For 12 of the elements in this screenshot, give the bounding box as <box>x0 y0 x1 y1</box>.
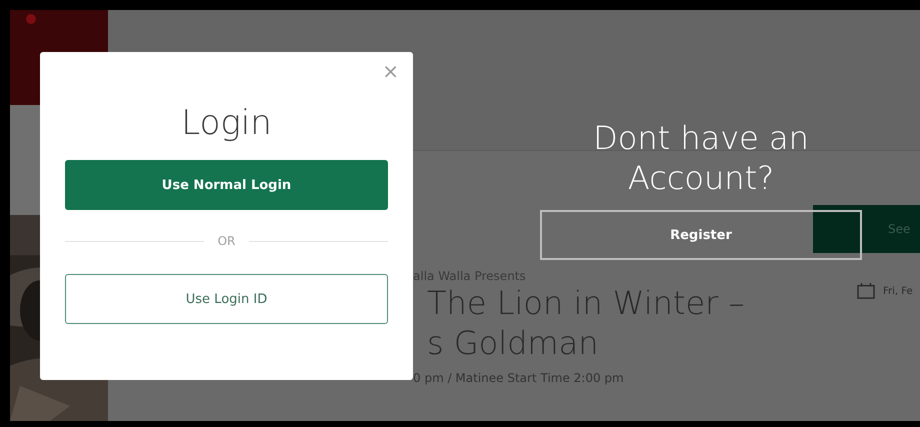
register-button[interactable]: Register <box>540 210 862 260</box>
login-id-button[interactable]: Use Login ID <box>65 274 388 324</box>
normal-login-button[interactable]: Use Normal Login <box>65 160 388 210</box>
dialog-title: Login <box>180 102 273 144</box>
dot-icon <box>26 14 36 24</box>
event-title-line: s Goldman <box>426 323 600 363</box>
divider-label: OR <box>218 234 236 248</box>
event-title-line: The Lion in Winter – <box>426 283 746 323</box>
close-button[interactable]: × <box>382 60 399 82</box>
calendar-icon <box>857 283 875 299</box>
register-heading: Dont have an Account? <box>592 118 810 198</box>
date-text: Fri, Fe <box>883 286 913 296</box>
